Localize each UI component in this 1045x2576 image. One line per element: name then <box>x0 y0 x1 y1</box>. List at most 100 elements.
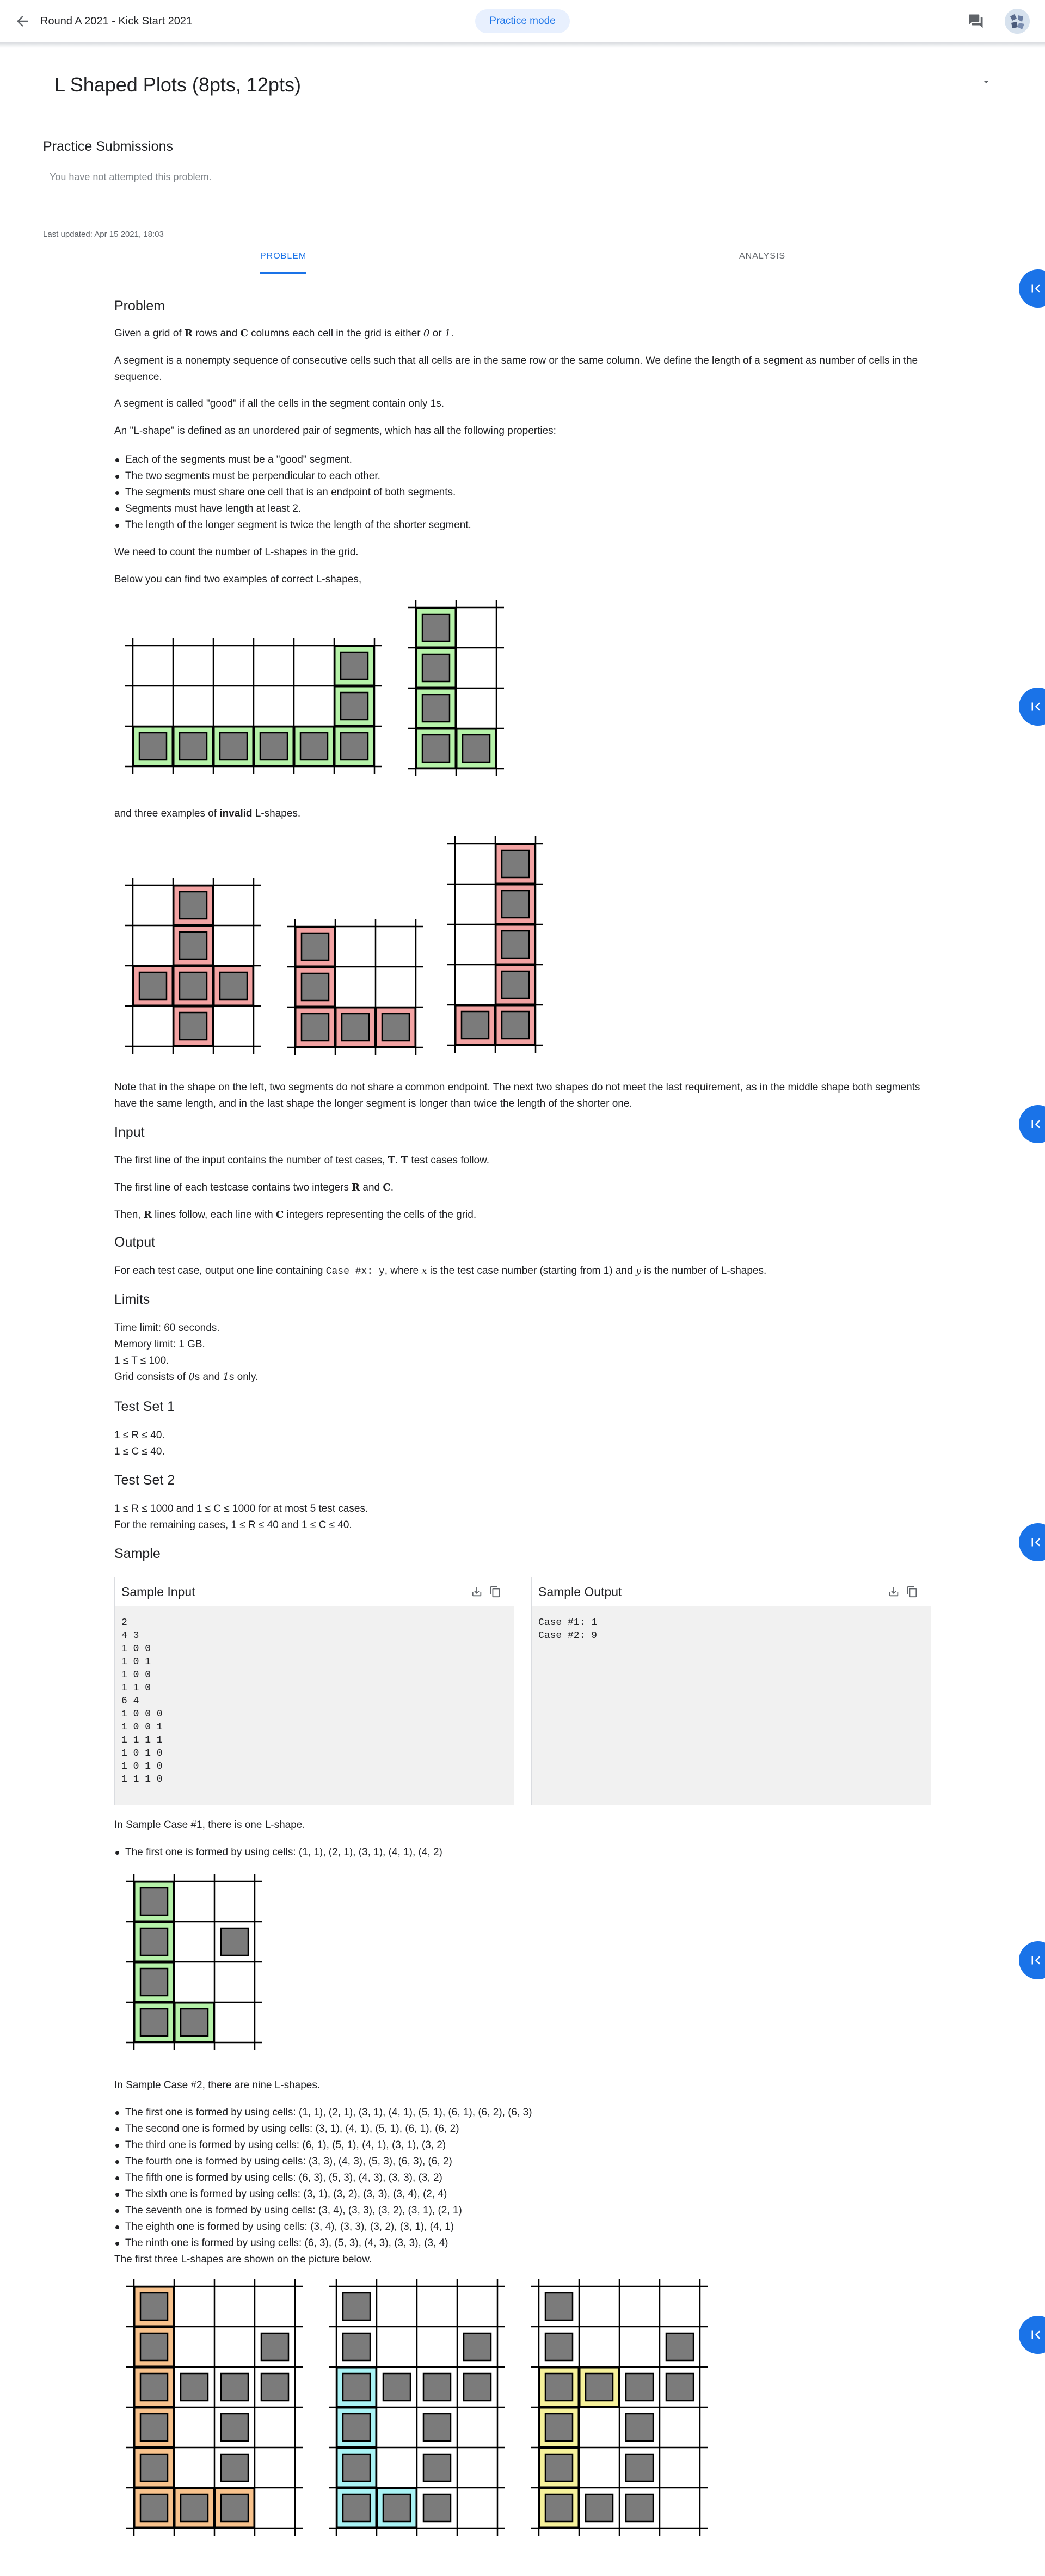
list-item: The second one is formed by using cells:… <box>114 2121 532 2137</box>
grid-cell-one <box>544 2372 574 2402</box>
statement-paragraph: Given a grid of R rows and C columns eac… <box>114 328 454 339</box>
heading-output: Output <box>114 1235 156 1250</box>
grid-cell-one <box>501 1010 530 1040</box>
grid-cell-one <box>625 2493 654 2523</box>
grid-cell-one <box>220 2413 249 2442</box>
grid-cell-one <box>463 2332 492 2362</box>
valid-l-shape-figure <box>408 600 504 776</box>
sample1-explanation-list: The first one is formed by using cells: … <box>114 1844 442 1861</box>
list-item: The length of the longer segment is twic… <box>114 517 471 533</box>
invalid-l-shape-figure <box>125 878 261 1054</box>
grid-cell-one <box>625 2453 654 2482</box>
statement-paragraph: The first line of the input contains the… <box>114 1155 489 1166</box>
grid-cell-one <box>342 2332 371 2362</box>
grid-cell-one <box>460 1010 490 1040</box>
first-page-icon <box>1031 284 1041 293</box>
download-icon[interactable] <box>888 1586 900 1598</box>
grid-cell-one <box>544 2453 574 2482</box>
statement-paragraph: In Sample Case #1, there is one L-shape. <box>114 1819 305 1831</box>
heading-problem: Problem <box>114 298 165 314</box>
grid-cell-one <box>422 2372 452 2402</box>
grid-cell-one <box>179 891 208 920</box>
practice-submissions-empty: You have not attempted this problem. <box>50 171 212 182</box>
grid-cell-one <box>300 932 330 961</box>
grid-cell-one <box>382 2372 411 2402</box>
download-icon[interactable] <box>471 1586 483 1598</box>
grid-cell-one <box>625 2372 654 2402</box>
first-page-icon <box>1031 1538 1041 1547</box>
grid-cell-one <box>421 734 451 763</box>
top-bar-shadow <box>0 42 1045 48</box>
list-item: Segments must have length at least 2. <box>114 501 471 517</box>
invalid-l-shape-figure <box>287 919 423 1055</box>
side-nav-button[interactable] <box>1019 269 1045 308</box>
grid-cell-one <box>139 2493 169 2523</box>
limit-line: 1 ≤ R ≤ 40. <box>114 1430 165 1441</box>
avatar[interactable] <box>1005 9 1030 34</box>
grid-cell-one <box>342 2292 371 2321</box>
grid-cell-one <box>340 651 369 680</box>
statement-paragraph: A segment is a nonempty sequence of cons… <box>114 355 918 383</box>
grid-cell-one <box>220 1927 249 1956</box>
sample2-figure <box>126 2279 303 2536</box>
limit-line: 1 ≤ C ≤ 40. <box>114 1446 165 1457</box>
grid-cell-one <box>544 2332 574 2362</box>
grid-cell-one <box>138 971 168 1001</box>
tab-analysis[interactable]: ANALYSIS <box>739 252 785 261</box>
grid-cell-one <box>625 2413 654 2442</box>
grid-cell-one <box>421 694 451 723</box>
limit-line: 1 ≤ T ≤ 100. <box>114 1355 169 1366</box>
statement-paragraph: and three examples of invalid L-shapes. <box>114 808 301 819</box>
sample-input-panel: Sample Input 2 4 3 1 0 0 1 0 1 1 0 0 1 1… <box>114 1577 514 1805</box>
grid-cell-one <box>422 2413 452 2442</box>
limit-line: Memory limit: 1 GB. <box>114 1339 205 1350</box>
copy-icon[interactable] <box>489 1586 501 1598</box>
side-nav-button[interactable] <box>1019 1523 1045 1561</box>
sample-output-panel: Sample Output Case #1: 1 Case #2: 9 <box>531 1577 931 1805</box>
first-page-icon <box>1031 702 1041 711</box>
top-app-bar: Round A 2021 - Kick Start 2021 Practice … <box>0 0 1045 42</box>
statement-paragraph: Below you can find two examples of corre… <box>114 574 362 585</box>
statement-paragraph: Then, R lines follow, each line with C i… <box>114 1209 477 1220</box>
grid-cell-one <box>179 971 208 1001</box>
properties-list: Each of the segments must be a "good" se… <box>114 452 471 533</box>
list-item: The fourth one is formed by using cells:… <box>114 2154 532 2170</box>
statement-paragraph: For each test case, output one line cont… <box>114 1265 767 1277</box>
grid-cell-one <box>463 2372 492 2402</box>
list-item: The ninth one is formed by using cells: … <box>114 2235 532 2252</box>
grid-cell-one <box>665 2372 694 2402</box>
side-nav-button[interactable] <box>1019 1941 1045 1979</box>
grid-cell-one <box>340 732 369 761</box>
heading-input: Input <box>114 1125 145 1140</box>
grid-cell-one <box>220 2493 249 2523</box>
grid-cell-one <box>544 2493 574 2523</box>
chat-icon[interactable] <box>968 13 984 29</box>
tab-problem[interactable]: PROBLEM <box>260 252 306 261</box>
grid-cell-one <box>179 1011 208 1041</box>
grid-cell-one <box>220 2453 249 2482</box>
heading-sample: Sample <box>114 1546 161 1561</box>
grid-cell-one <box>139 2372 169 2402</box>
dropdown-caret-icon <box>983 81 989 83</box>
valid-l-shape-figure <box>125 638 382 774</box>
sample-output-text[interactable]: Case #1: 1 Case #2: 9 <box>538 1616 597 1642</box>
round-title: Round A 2021 - Kick Start 2021 <box>40 15 193 27</box>
sample-input-text[interactable]: 2 4 3 1 0 0 1 0 1 1 0 0 1 1 0 6 4 1 0 0 … <box>121 1616 163 1786</box>
first-page-icon <box>1031 2330 1041 2339</box>
grid-cell-one <box>544 2413 574 2442</box>
side-nav-button[interactable] <box>1019 1105 1045 1143</box>
grid-cell-one <box>180 2372 209 2402</box>
side-nav-button[interactable] <box>1019 2316 1045 2354</box>
list-item: The seventh one is formed by using cells… <box>114 2203 532 2219</box>
grid-cell-one <box>462 734 491 763</box>
problem-select-dropdown[interactable] <box>980 77 993 88</box>
side-nav-button[interactable] <box>1019 688 1045 726</box>
grid-cell-one <box>501 849 530 879</box>
copy-icon[interactable] <box>906 1586 918 1598</box>
grid-cell-one <box>300 972 330 1002</box>
grid-cell-one <box>260 2372 290 2402</box>
practice-mode-chip[interactable]: Practice mode <box>475 9 570 33</box>
list-item: The fifth one is formed by using cells: … <box>114 2170 532 2186</box>
statement-paragraph: An "L-shape" is defined as an unordered … <box>114 425 556 437</box>
back-button[interactable] <box>14 13 30 29</box>
